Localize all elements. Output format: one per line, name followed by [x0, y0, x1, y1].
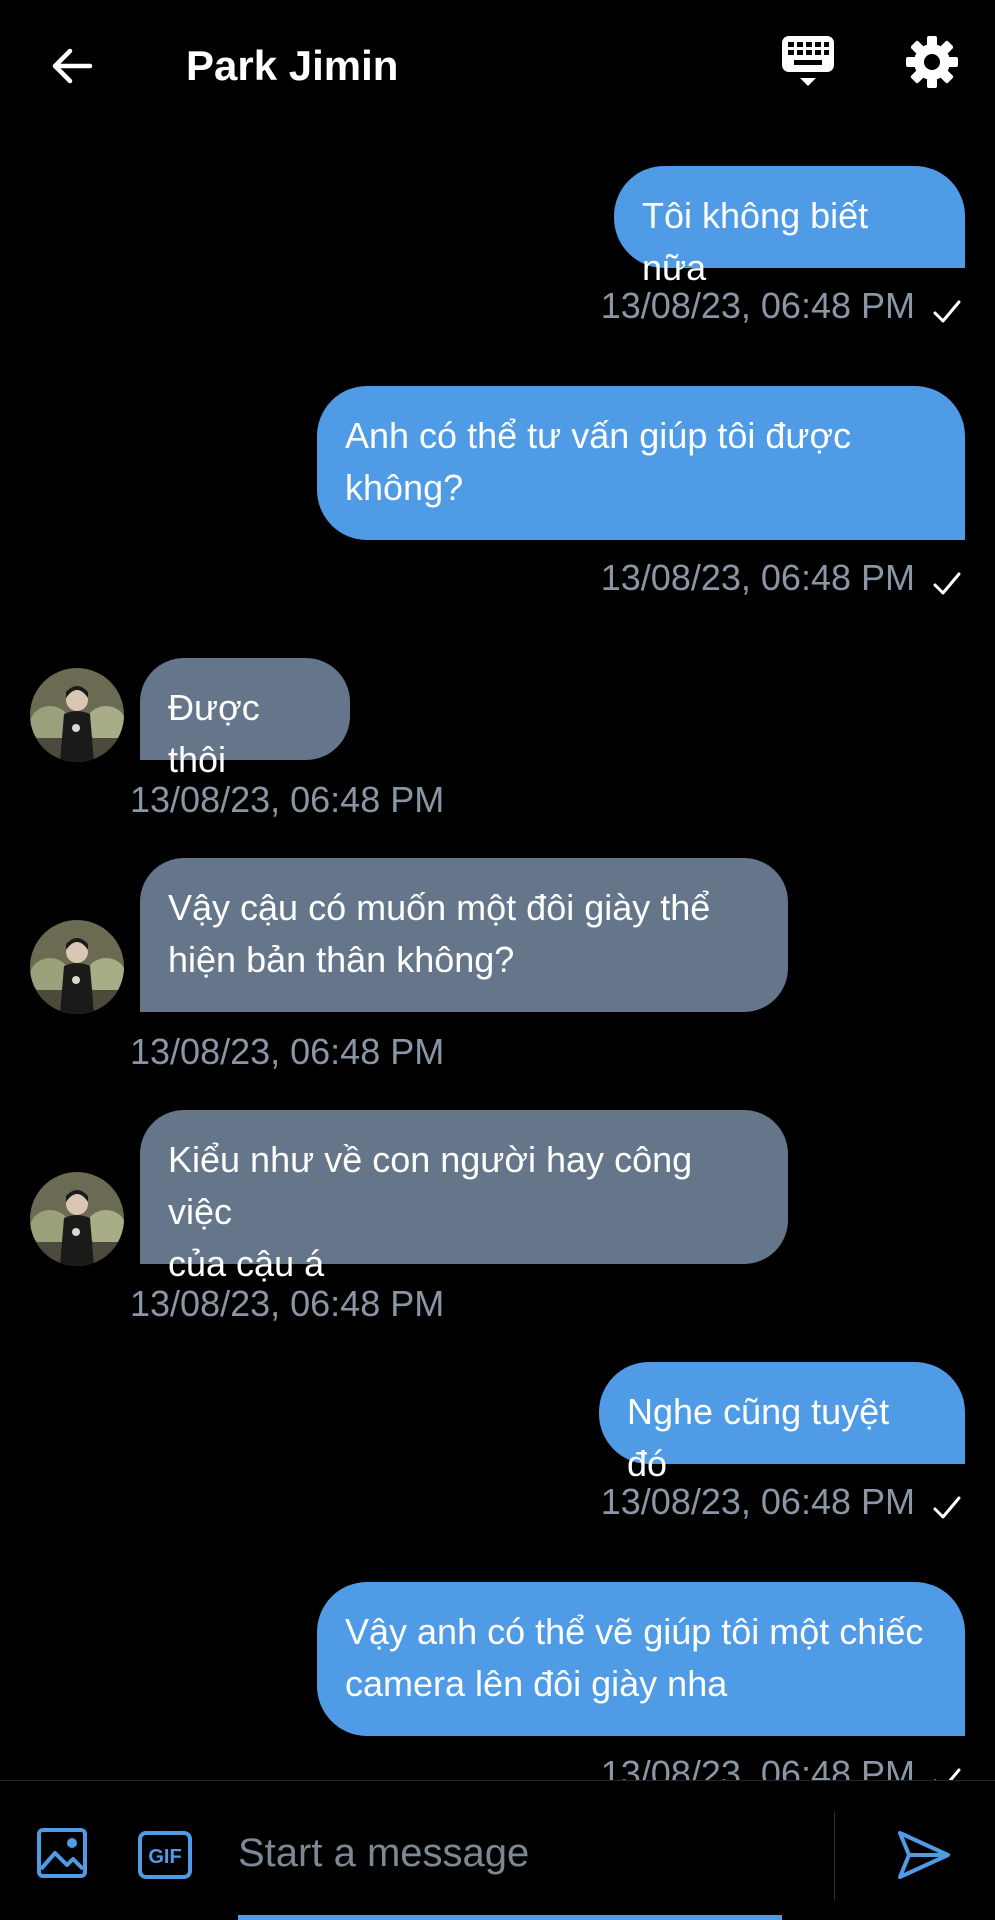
keyboard-button[interactable]: [776, 30, 840, 94]
incoming-message[interactable]: Vậy cậu có muốn một đôi giày thể hiện bả…: [140, 858, 788, 1012]
gif-button[interactable]: GIF: [138, 1831, 192, 1879]
message-list[interactable]: Tôi không biết nữa 13/08/23, 06:48 PM An…: [0, 130, 995, 1780]
arrow-left-icon: [52, 48, 93, 84]
message-timestamp: 13/08/23, 06:48 PM: [130, 779, 445, 820]
contact-avatar[interactable]: [30, 668, 124, 762]
gif-icon: GIF: [138, 1831, 192, 1879]
check-icon: [933, 300, 961, 323]
message-timestamp: 13/08/23, 06:48 PM: [130, 1283, 445, 1324]
check-icon: [933, 1496, 961, 1519]
check-icon: [933, 572, 961, 595]
svg-text:GIF: GIF: [148, 1846, 181, 1868]
message-composer: GIF: [0, 1780, 995, 1920]
send-icon: [898, 1831, 950, 1879]
message-timestamp: 13/08/23, 06:48 PM: [600, 285, 915, 326]
message-input[interactable]: [238, 1813, 782, 1893]
message-timestamp: 13/08/23, 06:48 PM: [600, 1481, 915, 1522]
outgoing-message[interactable]: Nghe cũng tuyệt đó: [599, 1362, 965, 1484]
contact-avatar[interactable]: [30, 920, 124, 1014]
check-icon: [933, 1768, 961, 1780]
outgoing-message[interactable]: Vậy anh có thể vẽ giúp tôi một chiếc cam…: [317, 1582, 965, 1736]
chat-screen: Park Jimin Tôi không biết nữa 13/08/23, …: [0, 0, 995, 1920]
message-timestamp: 13/08/23, 06:48 PM: [600, 557, 915, 598]
incoming-message[interactable]: Kiểu như về con người hay công việc của …: [140, 1110, 788, 1284]
incoming-message[interactable]: Được thôi: [140, 658, 350, 780]
contact-avatar[interactable]: [30, 1172, 124, 1266]
attach-image-button[interactable]: [36, 1827, 88, 1879]
chat-header: Park Jimin: [0, 0, 995, 130]
image-icon: [37, 1828, 87, 1878]
outgoing-message[interactable]: Tôi không biết nữa: [614, 166, 965, 288]
message-timestamp: 13/08/23, 06:48 PM: [130, 1031, 445, 1072]
gear-icon: [906, 36, 958, 88]
message-timestamp: 13/08/23, 06:48 PM: [600, 1753, 915, 1780]
back-button[interactable]: [40, 34, 104, 98]
send-button[interactable]: [896, 1829, 952, 1881]
input-underline: [238, 1915, 782, 1920]
settings-button[interactable]: [900, 30, 964, 94]
keyboard-icon: [782, 36, 834, 86]
outgoing-message[interactable]: Anh có thể tư vấn giúp tôi được không?: [317, 386, 965, 540]
contact-name: Park Jimin: [186, 42, 399, 89]
composer-divider: [834, 1811, 835, 1901]
